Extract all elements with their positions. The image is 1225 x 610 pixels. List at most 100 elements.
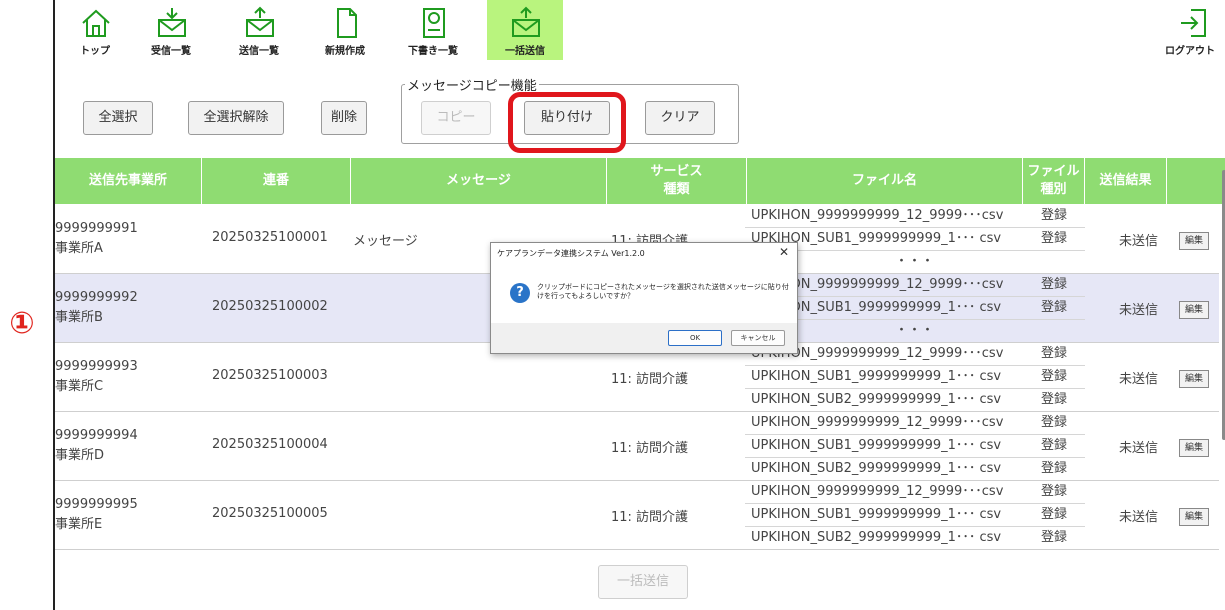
serial-cell: 20250325100002: [212, 299, 328, 314]
toolbar-item-drafts[interactable]: 下書き一覧: [395, 0, 471, 60]
office-cell: 9999999993 事業所C: [55, 357, 138, 397]
toolbar-item-bulk-send[interactable]: 一括送信: [487, 0, 563, 60]
toolbar-label-new: 新規作成: [325, 46, 365, 57]
edit-button[interactable]: 編集: [1179, 439, 1209, 457]
table-header: 送信先事業所 連番 メッセージ サービス 種類 ファイル名 ファイル 種別 送信…: [55, 158, 1225, 204]
status-cell: 未送信: [1119, 303, 1159, 318]
header-filename: ファイル名: [747, 158, 1023, 204]
file-kind: 登録: [1041, 369, 1068, 384]
office-name: 事業所E: [55, 517, 103, 532]
office-cell: 9999999992 事業所B: [55, 288, 138, 328]
header-serial: 連番: [202, 158, 351, 204]
office-name: 事業所B: [55, 310, 103, 325]
office-cell: 9999999991 事業所A: [55, 219, 138, 259]
toolbar-item-new[interactable]: 新規作成: [307, 0, 383, 60]
file-kind: 登録: [1041, 530, 1068, 545]
dialog-close-icon[interactable]: ✕: [779, 245, 789, 259]
edit-button[interactable]: 編集: [1179, 232, 1209, 250]
toolbar-item-top[interactable]: トップ: [57, 0, 133, 60]
file-line: UPKIHON_9999999999_12_9999･･･csv 登録: [745, 481, 1085, 504]
header-filetype-line2: 種別: [1040, 182, 1067, 197]
serial-cell: 20250325100001: [212, 230, 328, 245]
file-name: UPKIHON_9999999999_12_9999･･･csv: [751, 208, 1004, 223]
file-kind: 登録: [1041, 415, 1068, 430]
clear-button[interactable]: クリア: [645, 101, 715, 135]
file-line: UPKIHON_SUB2_9999999999_1･･･ csv 登録: [745, 527, 1085, 550]
file-name: UPKIHON_SUB1_9999999999_1･･･ csv: [751, 369, 1002, 384]
delete-button[interactable]: 削除: [321, 101, 367, 135]
file-name: UPKIHON_SUB2_9999999999_1･･･ csv: [751, 461, 1002, 476]
office-name: 事業所A: [55, 241, 103, 256]
office-id: 9999999993: [55, 359, 138, 374]
file-line: UPKIHON_SUB2_9999999999_1･･･ csv 登録: [745, 389, 1085, 412]
status-cell: 未送信: [1119, 441, 1159, 456]
logout-button[interactable]: ログアウト: [1155, 0, 1225, 60]
paste-highlight-ring: [508, 92, 626, 153]
header-service-line1: サービス: [650, 164, 703, 179]
file-kind: 登録: [1041, 484, 1068, 499]
top-toolbar: トップ 受信一覧 送信一覧 新規作成 下書き一覧 一括送信 ログアウト: [55, 0, 1225, 60]
logout-label: ログアウト: [1165, 46, 1215, 57]
service-cell: 11: 訪問介護: [611, 441, 689, 456]
toolbar-item-outbox[interactable]: 送信一覧: [221, 0, 297, 60]
header-filetype-line1: ファイル: [1027, 164, 1080, 179]
file-kind: 登録: [1041, 208, 1068, 223]
drafts-icon: [423, 8, 445, 38]
home-icon: [82, 9, 110, 37]
bulk-send-button[interactable]: 一括送信: [598, 565, 688, 599]
header-message: メッセージ: [351, 158, 607, 204]
serial-cell: 20250325100005: [212, 506, 328, 521]
file-kind: 登録: [1041, 438, 1068, 453]
office-id: 9999999991: [55, 221, 138, 236]
circled-number-marker: ①: [9, 306, 35, 341]
file-kind: 登録: [1041, 507, 1068, 522]
message-cell: メッセージ: [353, 234, 418, 249]
new-document-icon: [337, 8, 357, 38]
header-office: 送信先事業所: [55, 158, 202, 204]
office-id: 9999999995: [55, 497, 138, 512]
file-line: UPKIHON_SUB1_9999999999_1･･･ csv 登録: [745, 504, 1085, 527]
office-name: 事業所D: [55, 448, 105, 463]
file-kind: 登録: [1041, 300, 1068, 315]
header-service-line2: 種類: [663, 182, 690, 197]
deselect-all-button[interactable]: 全選択解除: [188, 101, 284, 135]
dialog-message: クリップボードにコピーされたメッセージを選択された送信メッセージに貼り付けを行っ…: [537, 283, 789, 300]
file-line: UPKIHON_SUB2_9999999999_1･･･ csv 登録: [745, 458, 1085, 481]
office-id: 9999999992: [55, 290, 138, 305]
edit-button[interactable]: 編集: [1179, 508, 1209, 526]
serial-cell: 20250325100003: [212, 368, 328, 383]
status-cell: 未送信: [1119, 372, 1159, 387]
dialog-ok-button[interactable]: OK: [668, 330, 722, 346]
table-row[interactable]: 9999999995 事業所E 20250325100005 11: 訪問介護 U…: [55, 481, 1219, 550]
file-name: UPKIHON_9999999999_12_9999･･･csv: [751, 484, 1004, 499]
file-name: UPKIHON_SUB2_9999999999_1･･･ csv: [751, 530, 1002, 545]
file-list: UPKIHON_9999999999_12_9999･･･csv 登録 UPKIH…: [745, 481, 1085, 550]
app-window: トップ 受信一覧 送信一覧 新規作成 下書き一覧 一括送信 ログアウト 全選択 …: [53, 0, 1225, 610]
office-name: 事業所C: [55, 379, 104, 394]
file-name: UPKIHON_SUB1_9999999999_1･･･ csv: [751, 507, 1002, 522]
header-edit: [1167, 158, 1219, 204]
file-list: UPKIHON_9999999999_12_9999･･･csv 登録 UPKIH…: [745, 412, 1085, 481]
header-service: サービス 種類: [607, 158, 747, 204]
file-line: UPKIHON_SUB1_9999999999_1･･･ csv 登録: [745, 435, 1085, 458]
edit-button[interactable]: 編集: [1179, 370, 1209, 388]
select-all-button[interactable]: 全選択: [83, 101, 153, 135]
inbox-icon: [158, 8, 186, 37]
status-cell: 未送信: [1119, 234, 1159, 249]
logout-icon: [1181, 9, 1206, 37]
edit-button[interactable]: 編集: [1179, 301, 1209, 319]
file-kind: 登録: [1041, 392, 1068, 407]
serial-cell: 20250325100004: [212, 437, 328, 452]
confirm-dialog: ケアプランデータ連携システム Ver1.2.0 ✕ ? クリップボードにコピーさ…: [490, 242, 798, 354]
header-result: 送信結果: [1085, 158, 1167, 204]
copy-button[interactable]: コピー: [421, 101, 491, 135]
file-name: ・・・: [895, 323, 935, 338]
dialog-cancel-button[interactable]: キャンセル: [731, 330, 785, 346]
file-kind: 登録: [1041, 346, 1068, 361]
toolbar-item-inbox[interactable]: 受信一覧: [133, 0, 209, 60]
file-name: ・・・: [895, 254, 935, 269]
table-row[interactable]: 9999999994 事業所D 20250325100004 11: 訪問介護 U…: [55, 412, 1219, 481]
file-line: UPKIHON_9999999999_12_9999･･･csv 登録: [745, 412, 1085, 435]
toolbar-label-inbox: 受信一覧: [151, 46, 191, 57]
file-kind: 登録: [1041, 231, 1068, 246]
